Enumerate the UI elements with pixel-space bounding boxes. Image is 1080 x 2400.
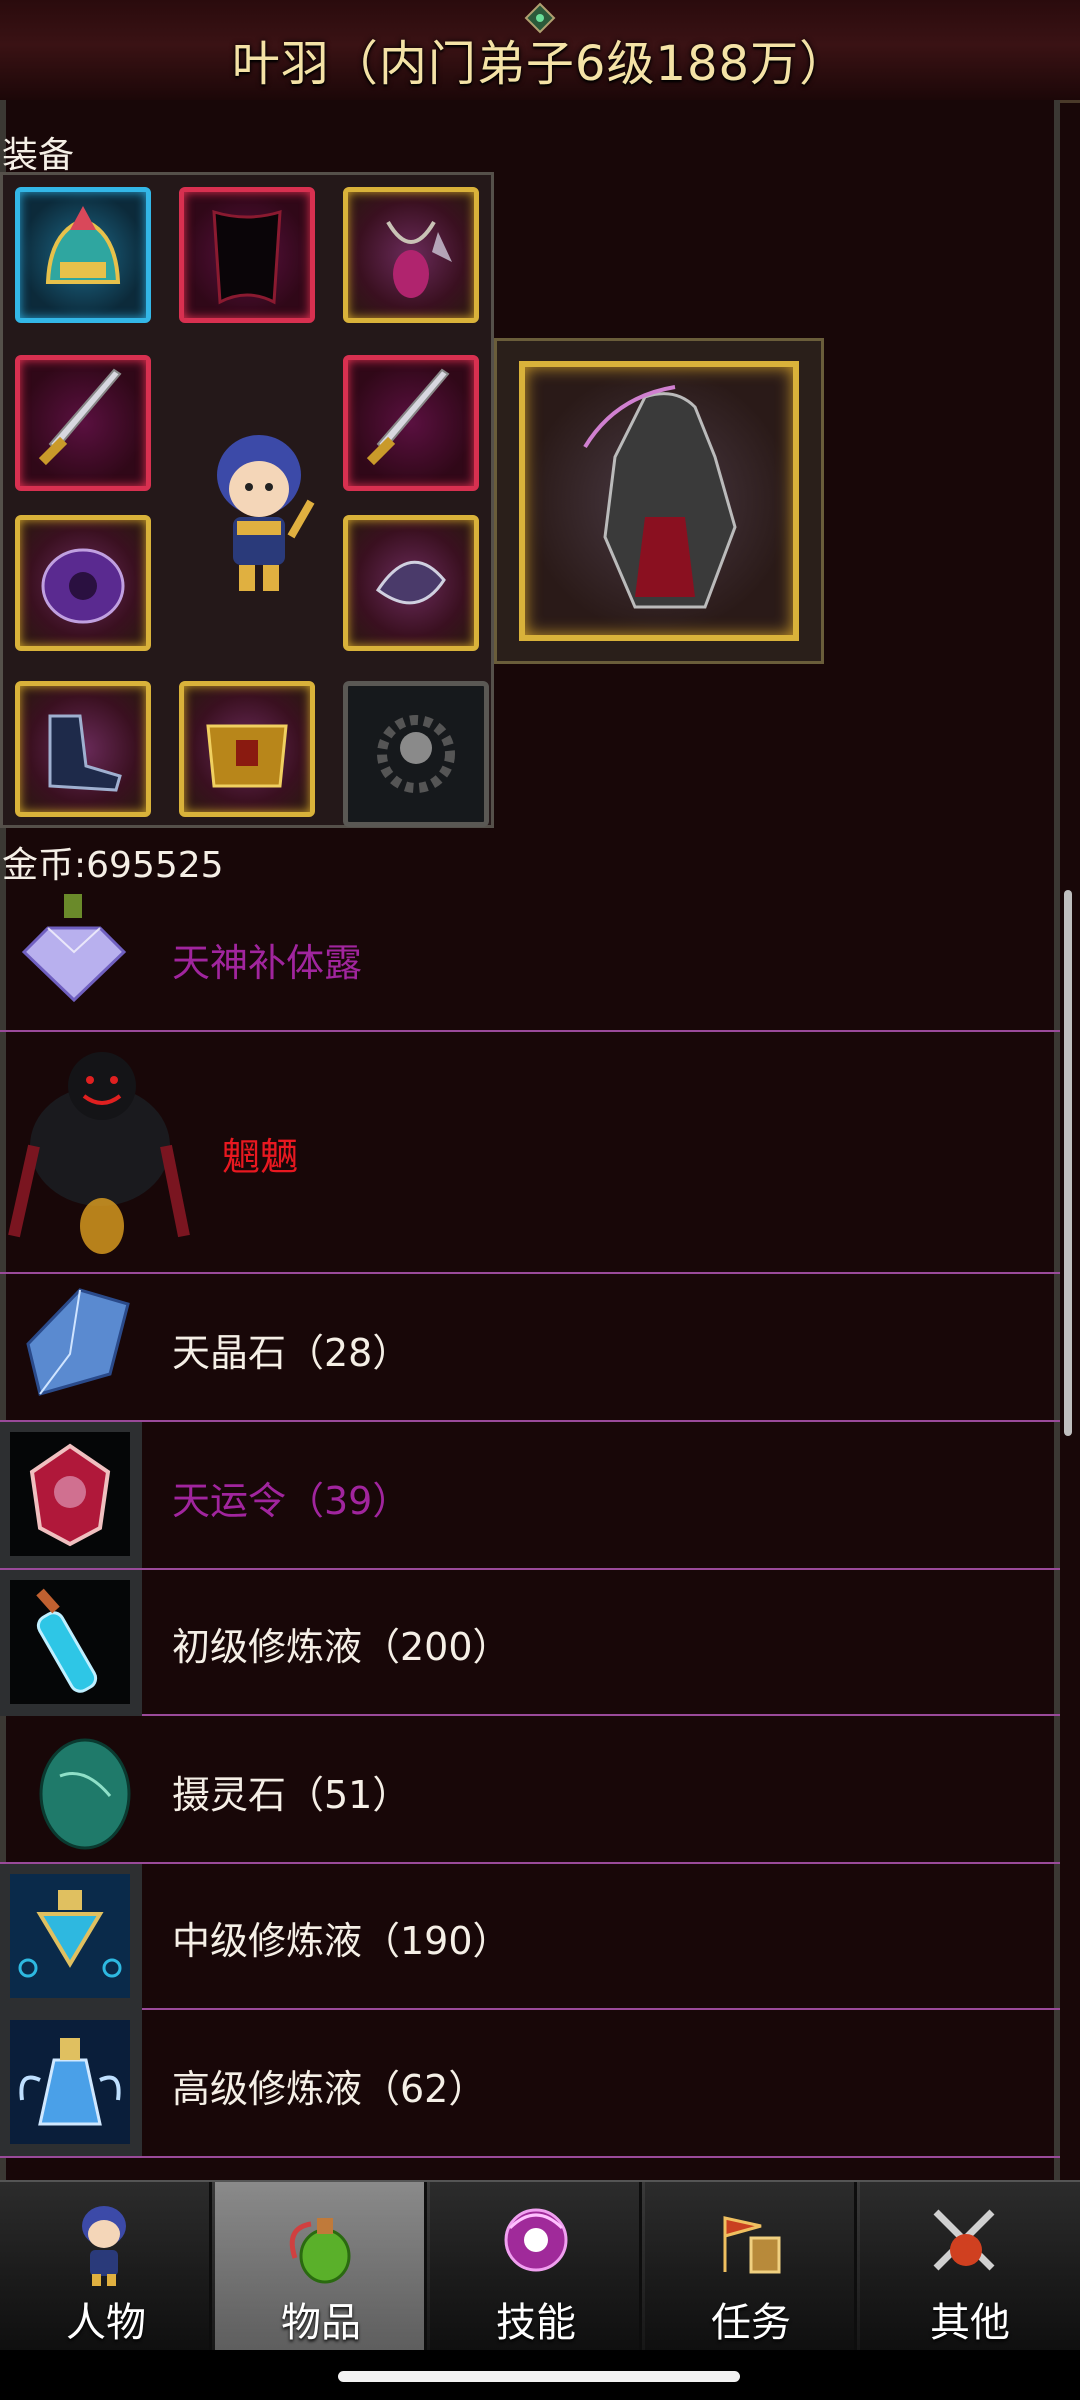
tab-character[interactable]: 人物 (0, 2182, 212, 2350)
crossed-swords-icon (933, 2209, 995, 2271)
tab-label: 物品 (281, 2300, 361, 2346)
cape-icon (212, 209, 282, 305)
armored-warrior-mount-icon (583, 385, 737, 609)
tab-items[interactable]: 物品 (215, 2182, 427, 2350)
bracer-icon (375, 560, 446, 605)
winged-potion-icon (19, 2038, 121, 2126)
title-bar: 叶羽（内门弟子6级188万） (0, 0, 1080, 103)
armor-icon (41, 548, 125, 624)
item-name: 高级修炼液（62） (172, 2067, 487, 2111)
cape-slot[interactable] (179, 187, 315, 323)
tab-label: 其他 (930, 2300, 1010, 2346)
tab-label: 人物 (66, 2300, 146, 2346)
list-scrollbar[interactable] (1064, 890, 1072, 1436)
potion-bag-icon (289, 2218, 351, 2284)
armor-slot[interactable] (15, 515, 151, 651)
belt-icon (206, 724, 288, 788)
fortune-token-icon (29, 1443, 111, 1547)
weapon-left-slot[interactable] (15, 355, 151, 491)
belt-slot[interactable] (179, 681, 315, 817)
tab-quests[interactable]: 任务 (645, 2182, 857, 2350)
weapon-right-slot[interactable] (343, 355, 479, 491)
helmet-slot[interactable] (15, 187, 151, 323)
shadow-demon-icon (8, 1052, 190, 1254)
tab-skills[interactable]: 技能 (430, 2182, 642, 2350)
character-avatar (217, 435, 315, 591)
home-indicator[interactable] (338, 2371, 740, 2382)
list-item[interactable]: 魍魉 (0, 1032, 1060, 1274)
skill-orb-icon (504, 2208, 568, 2272)
diamond-potion-icon (21, 894, 127, 1003)
medium-potion-icon (18, 1890, 122, 1978)
tab-label: 任务 (711, 2300, 791, 2346)
tab-other[interactable]: 其他 (860, 2182, 1080, 2350)
character-icon (82, 2206, 126, 2286)
list-item[interactable]: 天神补体露 (0, 880, 1060, 1032)
boots-icon (48, 714, 122, 792)
blue-crystal-icon (26, 1288, 130, 1396)
blue-vial-icon (36, 1588, 98, 1693)
item-name: 天晶石（28） (172, 1331, 411, 1375)
necklace-slot[interactable] (343, 187, 479, 323)
item-name: 初级修炼液（200） (172, 1625, 511, 1669)
list-item[interactable]: 中级修炼液（190） (0, 1864, 1060, 2010)
bracer-slot[interactable] (343, 515, 479, 651)
quest-flag-icon (723, 2216, 781, 2274)
helmet-icon (45, 206, 121, 284)
equipment-panel (0, 172, 494, 828)
list-item[interactable]: 高级修炼液（62） (0, 2010, 1060, 2158)
list-item[interactable]: 初级修炼液（200） (0, 1570, 1060, 1716)
list-item[interactable]: 天运令（39） (0, 1422, 1060, 1570)
list-item[interactable]: 摄灵石（51） (0, 1716, 1060, 1864)
character-title: 叶羽（内门弟子6级188万） (231, 36, 849, 92)
bead-bracelet-icon (377, 715, 455, 793)
list-item[interactable]: 天晶石（28） (0, 1274, 1060, 1422)
sword-icon (366, 368, 450, 466)
item-name: 魍魉 (222, 1135, 299, 1179)
mount-slot[interactable] (494, 338, 824, 664)
item-name: 摄灵石（51） (172, 1773, 411, 1817)
tab-label: 技能 (496, 2300, 576, 2346)
equipment-section-label: 装备 (2, 135, 75, 176)
boots-slot[interactable] (15, 681, 151, 817)
item-name: 中级修炼液（190） (172, 1919, 511, 1963)
sword-icon (38, 368, 122, 466)
item-name: 天神补体露 (172, 941, 363, 985)
green-egg-stone-icon (39, 1738, 131, 1850)
item-name: 天运令（39） (172, 1479, 411, 1523)
necklace-icon (386, 220, 452, 298)
bead-bracelet-slot[interactable] (343, 681, 489, 827)
